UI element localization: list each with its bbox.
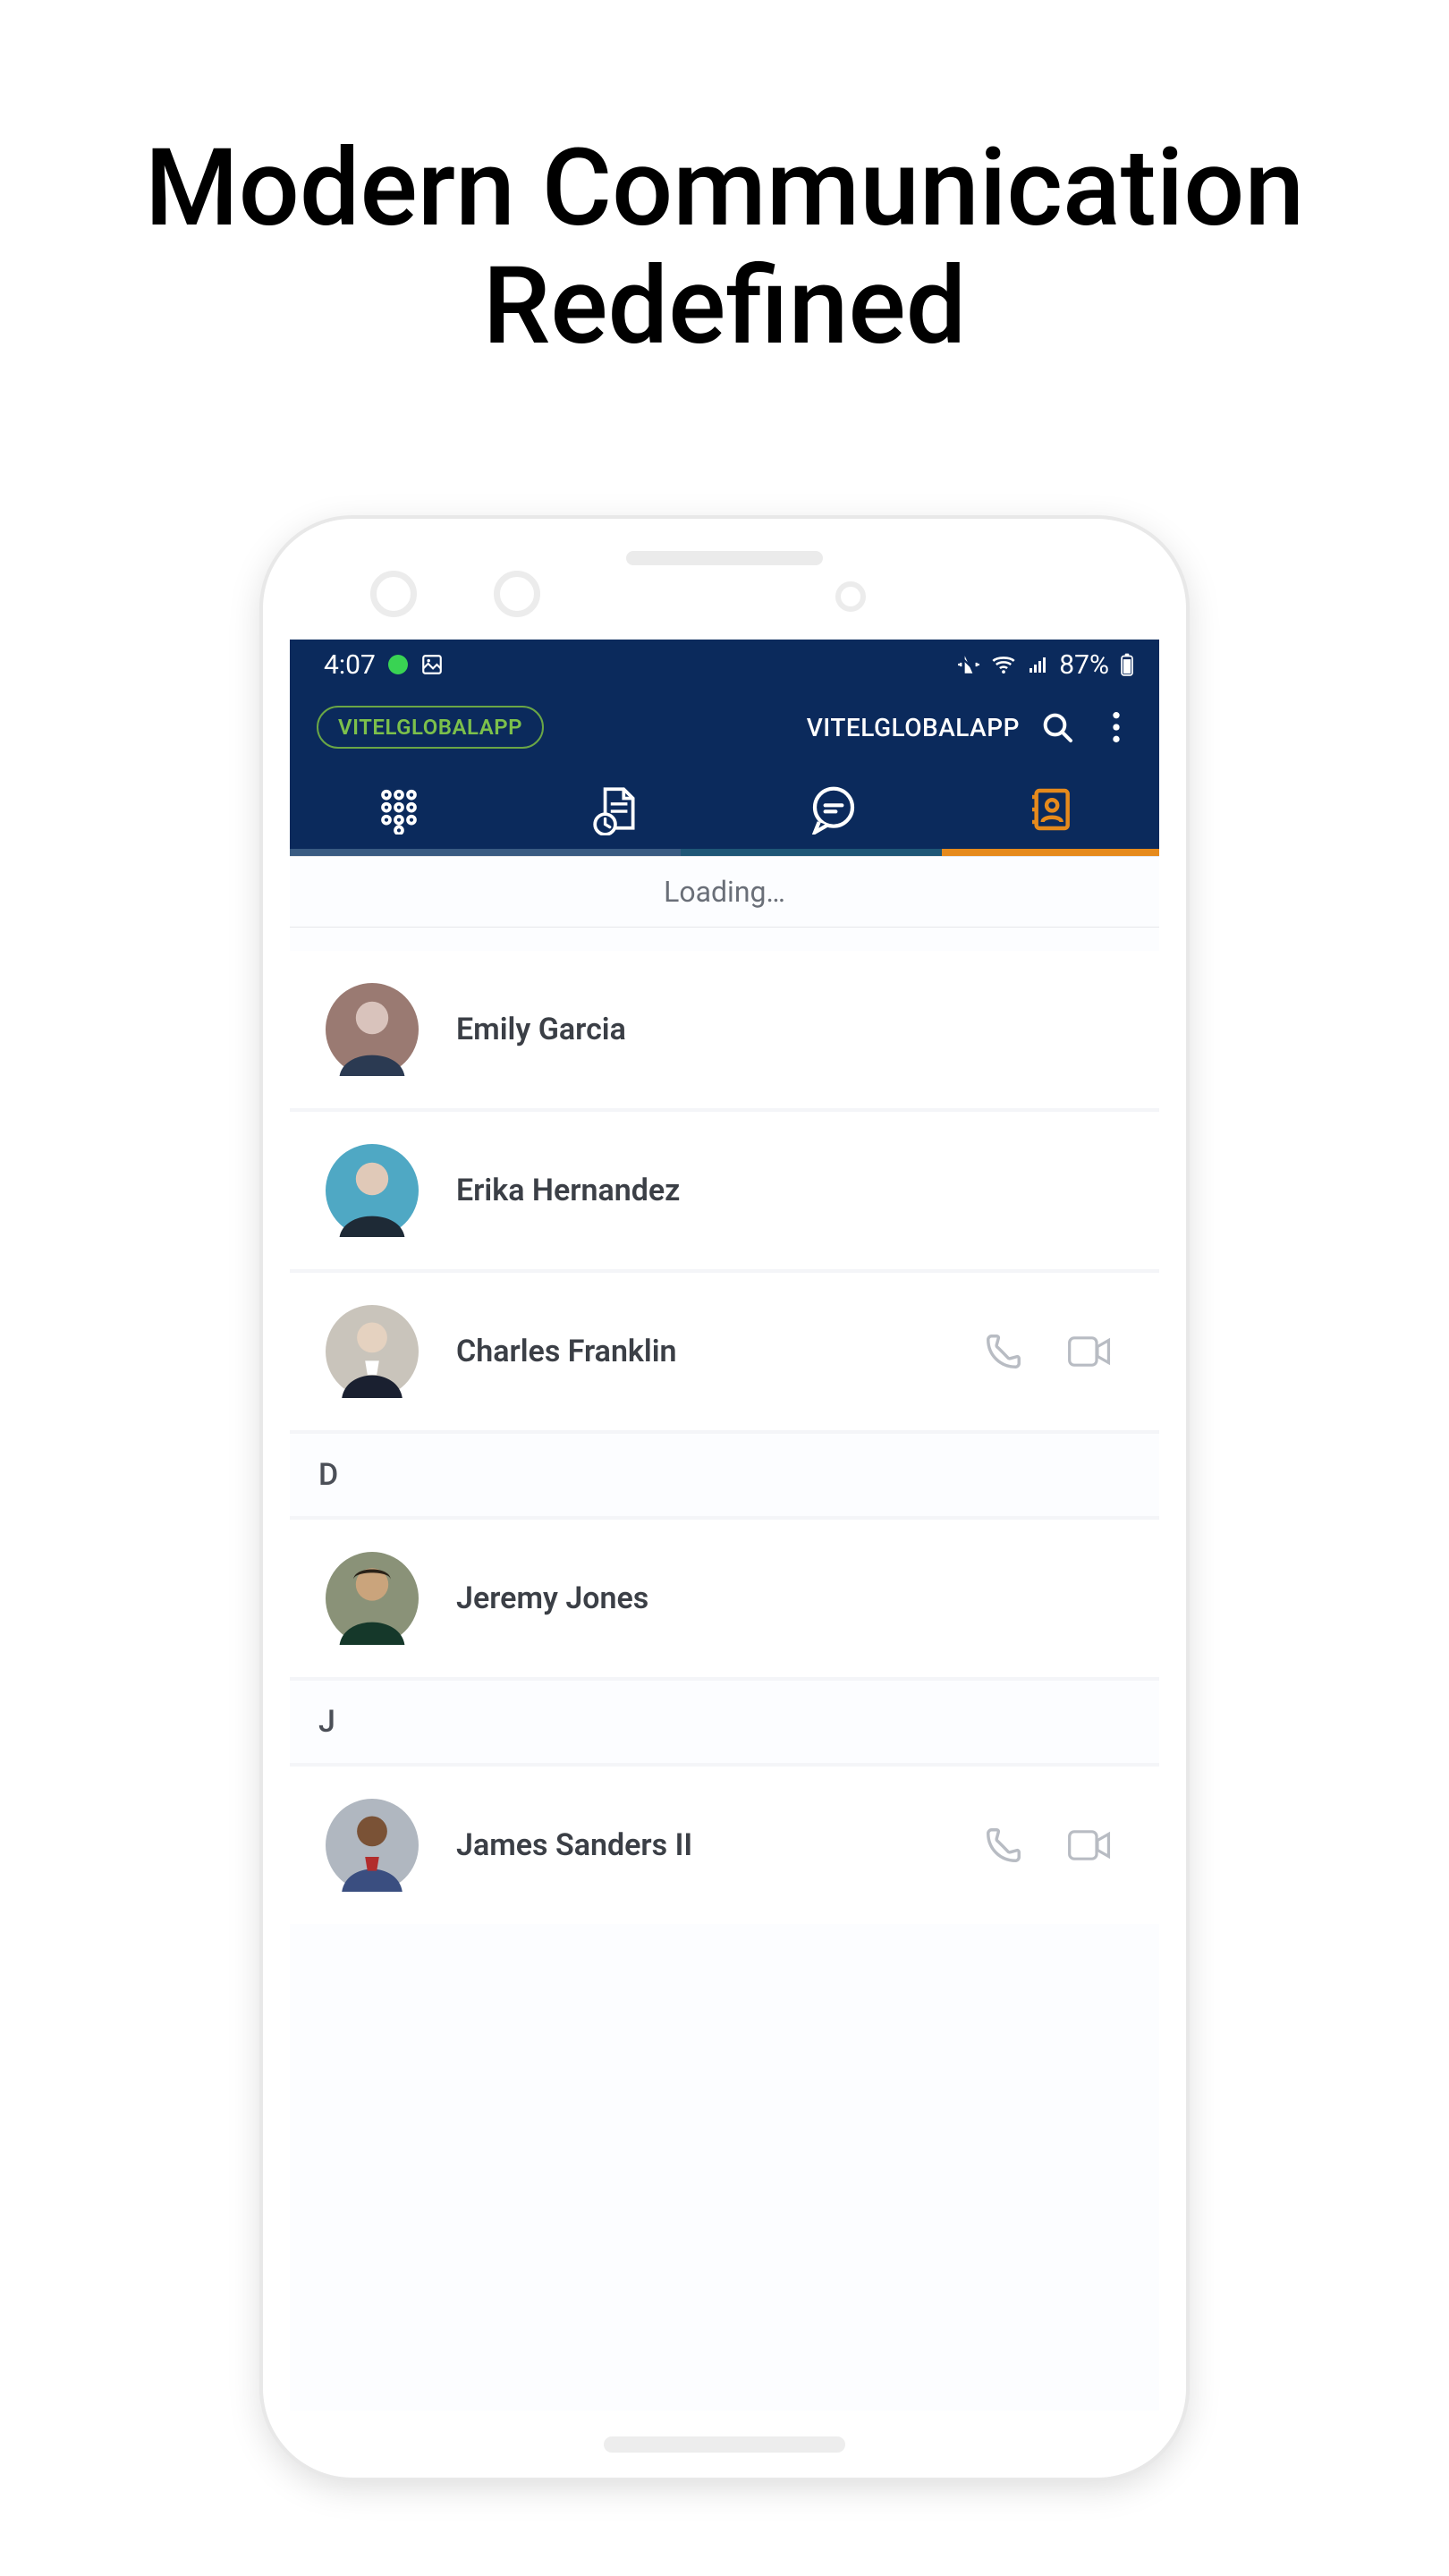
phone-icon — [983, 1331, 1024, 1372]
contact-name: Charles Franklin — [456, 1334, 943, 1369]
phone-icon — [983, 1825, 1024, 1866]
person-icon — [326, 1552, 419, 1645]
phone-camera-icon — [494, 571, 540, 617]
phone-device-frame: 4:07 87% — [263, 519, 1186, 2478]
phone-earpiece — [626, 551, 823, 565]
contact-name: Emily Garcia — [456, 1012, 1123, 1047]
wifi-icon — [991, 652, 1016, 677]
brand-chip[interactable]: VITELGLOBALAPP — [317, 706, 544, 749]
app-header-title: VITELGLOBALAPP — [807, 713, 1020, 742]
video-icon — [1067, 1335, 1112, 1368]
contact-name: Jeremy Jones — [456, 1580, 1123, 1616]
marketing-line2: Redefined — [0, 248, 1449, 366]
contacts-icon — [1026, 784, 1076, 835]
contact-row[interactable]: Charles Franklin — [290, 1273, 1159, 1434]
phone-camera-icon — [370, 571, 417, 617]
person-icon — [326, 1305, 419, 1398]
call-button[interactable] — [980, 1328, 1027, 1375]
cellular-icon — [1027, 654, 1048, 675]
tab-bar — [290, 767, 1159, 856]
app-screen: 4:07 87% — [290, 640, 1159, 2411]
person-icon — [326, 1799, 419, 1892]
contact-row[interactable]: Jeremy Jones — [290, 1520, 1159, 1681]
call-button[interactable] — [980, 1822, 1027, 1868]
marketing-line1: Modern Communication — [0, 130, 1449, 248]
status-left: 4:07 — [324, 649, 444, 681]
video-call-button[interactable] — [1066, 1328, 1113, 1375]
status-right: 87% — [957, 649, 1134, 681]
avatar[interactable] — [326, 983, 419, 1076]
tab-chat[interactable] — [724, 767, 942, 852]
battery-text: 87% — [1059, 649, 1109, 681]
status-bar: 4:07 87% — [290, 640, 1159, 690]
app-header: VITELGLOBALAPP VITELGLOBALAPP — [290, 690, 1159, 767]
dialpad-icon — [374, 784, 424, 835]
tab-contacts[interactable] — [942, 767, 1159, 852]
avatar[interactable] — [326, 1144, 419, 1237]
section-letter: D — [318, 1457, 338, 1493]
phone-home-handle — [604, 2436, 845, 2453]
picture-icon — [420, 653, 444, 676]
person-icon — [326, 983, 419, 1076]
avatar[interactable] — [326, 1552, 419, 1645]
contact-row[interactable]: Erika Hernandez — [290, 1112, 1159, 1273]
contact-row[interactable]: Emily Garcia — [290, 951, 1159, 1112]
more-vertical-icon — [1104, 709, 1129, 745]
video-icon — [1067, 1828, 1112, 1862]
search-button[interactable] — [1036, 706, 1079, 749]
section-header: D — [290, 1434, 1159, 1520]
avatar[interactable] — [326, 1305, 419, 1398]
chat-icon — [809, 784, 859, 835]
battery-icon — [1120, 653, 1134, 676]
recording-indicator-icon — [388, 655, 408, 674]
loading-indicator: Loading… — [290, 856, 1159, 928]
person-icon — [326, 1144, 419, 1237]
loading-text: Loading… — [664, 875, 785, 909]
vibrate-icon — [957, 653, 980, 676]
tab-dialpad[interactable] — [290, 767, 507, 852]
phone-sensor-icon — [835, 581, 866, 612]
video-call-button[interactable] — [1066, 1822, 1113, 1868]
search-icon — [1039, 709, 1075, 745]
contacts-list[interactable]: Loading… Emily Garcia Erika Hernandez — [290, 856, 1159, 1924]
document-history-icon — [590, 784, 642, 835]
more-menu-button[interactable] — [1095, 706, 1138, 749]
contact-name: James Sanders II — [456, 1827, 943, 1863]
tab-active-indicator — [942, 849, 1159, 856]
section-header: J — [290, 1681, 1159, 1767]
contact-row[interactable]: James Sanders II — [290, 1767, 1159, 1924]
status-time: 4:07 — [324, 649, 376, 681]
tab-history[interactable] — [507, 767, 724, 852]
contact-name: Erika Hernandez — [456, 1173, 1123, 1208]
avatar[interactable] — [326, 1799, 419, 1892]
section-letter: J — [318, 1704, 335, 1740]
marketing-headline: Modern Communication Redefined — [0, 0, 1449, 366]
